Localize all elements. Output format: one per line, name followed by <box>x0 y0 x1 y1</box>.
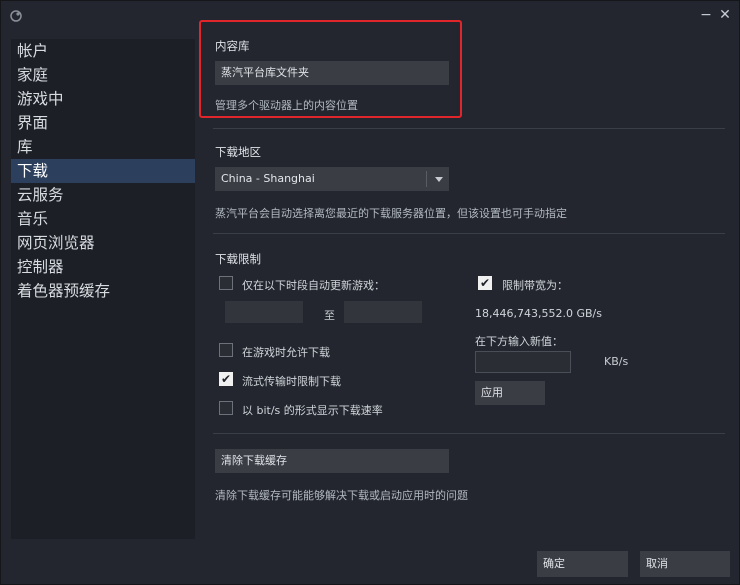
settings-sidebar: 帐户 家庭 游戏中 界面 库 下载 云服务 音乐 网页浏览器 控制器 着色器预缓… <box>11 39 195 539</box>
minimize-button[interactable]: − <box>698 7 714 23</box>
sidebar-item-controller[interactable]: 控制器 <box>11 255 195 279</box>
new-value-label: 在下方输入新值： <box>475 335 563 348</box>
limit-bandwidth-label: 限制带宽为： <box>502 279 568 292</box>
download-limits-title: 下载限制 <box>215 252 261 266</box>
checkmark-icon: ✔ <box>479 276 491 290</box>
show-bits-checkbox[interactable] <box>219 401 233 415</box>
download-region-value: China - Shanghai <box>221 172 315 185</box>
settings-window: − ✕ 帐户 家庭 游戏中 界面 库 下载 云服务 音乐 网页浏览器 控制器 着… <box>0 0 740 585</box>
sidebar-item-account[interactable]: 帐户 <box>11 39 195 63</box>
sidebar-item-shader-cache[interactable]: 着色器预缓存 <box>11 279 195 303</box>
clear-cache-description: 清除下载缓存可能能够解决下载或启动应用时的问题 <box>215 489 468 502</box>
unit-label: KB/s <box>604 355 629 368</box>
sidebar-item-family[interactable]: 家庭 <box>11 63 195 87</box>
only-update-between-checkbox[interactable] <box>219 276 233 290</box>
divider <box>213 128 725 129</box>
show-bits-label: 以 bit/s 的形式显示下载速率 <box>242 404 383 417</box>
select-separator <box>426 171 427 187</box>
to-label: 至 <box>324 309 335 322</box>
ok-button[interactable]: 确定 <box>537 551 628 577</box>
steam-icon <box>9 9 23 23</box>
sidebar-item-cloud[interactable]: 云服务 <box>11 183 195 207</box>
checkmark-icon: ✔ <box>220 372 232 386</box>
allow-while-playing-checkbox[interactable] <box>219 343 233 357</box>
download-region-select[interactable]: China - Shanghai <box>215 167 449 191</box>
sidebar-item-interface[interactable]: 界面 <box>11 111 195 135</box>
apply-button[interactable]: 应用 <box>475 381 545 405</box>
only-update-between-label: 仅在以下时段自动更新游戏： <box>242 279 385 292</box>
end-time-field[interactable] <box>344 301 422 323</box>
limit-bandwidth-checkbox[interactable]: ✔ <box>478 276 492 290</box>
sidebar-item-music[interactable]: 音乐 <box>11 207 195 231</box>
bandwidth-value: 18,446,743,552.0 GB/s <box>475 307 602 320</box>
sidebar-item-library[interactable]: 库 <box>11 135 195 159</box>
throttle-streaming-label: 流式传输时限制下载 <box>242 375 341 388</box>
divider <box>213 233 725 234</box>
start-time-field[interactable] <box>225 301 303 323</box>
cancel-button[interactable]: 取消 <box>640 551 730 577</box>
bandwidth-input[interactable] <box>475 351 571 373</box>
divider <box>213 433 725 434</box>
sidebar-item-in-game[interactable]: 游戏中 <box>11 87 195 111</box>
close-button[interactable]: ✕ <box>717 7 733 23</box>
sidebar-item-web-browser[interactable]: 网页浏览器 <box>11 231 195 255</box>
clear-cache-button[interactable]: 清除下载缓存 <box>215 449 449 473</box>
allow-while-playing-label: 在游戏时允许下载 <box>242 346 330 359</box>
download-region-title: 下载地区 <box>215 145 261 159</box>
throttle-streaming-checkbox[interactable]: ✔ <box>219 372 233 386</box>
highlight-box <box>199 20 462 118</box>
sidebar-item-downloads[interactable]: 下载 <box>11 159 195 183</box>
download-region-description: 蒸汽平台会自动选择离您最近的下载服务器位置，但该设置也可手动指定 <box>215 207 567 220</box>
chevron-down-icon <box>435 177 443 182</box>
